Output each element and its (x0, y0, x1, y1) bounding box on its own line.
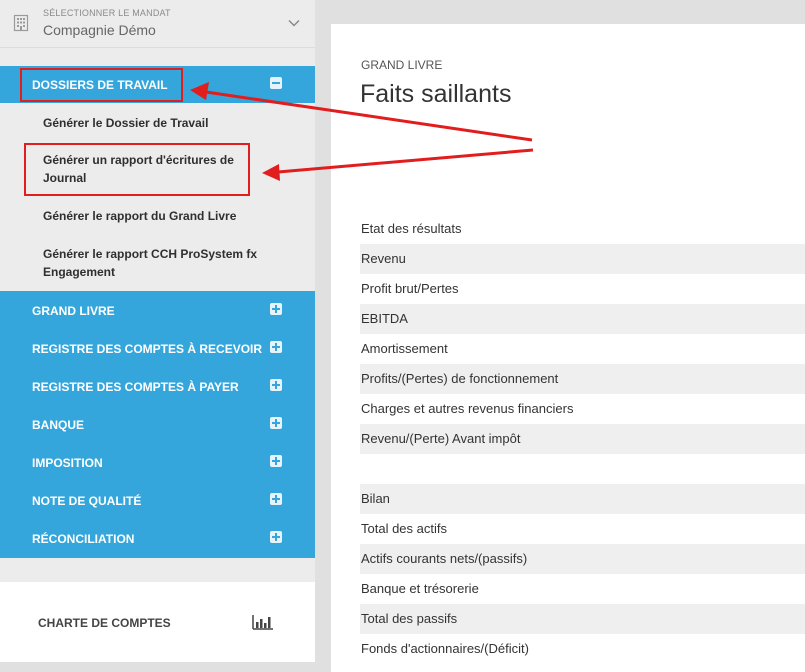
table-row: EBITDA (360, 304, 805, 334)
mandate-selector[interactable]: SÉLECTIONNER LE MANDAT Compagnie Démo (0, 0, 315, 48)
expand-icon[interactable] (270, 341, 282, 353)
mandate-value: Compagnie Démo (43, 22, 156, 38)
sidebar-section-grand-livre[interactable]: GRAND LIVRE (0, 291, 315, 329)
sidebar-section-label: BANQUE (32, 418, 85, 432)
table-row (360, 454, 805, 484)
row-label (360, 461, 361, 476)
row-label: Amortissement (361, 341, 448, 356)
row-label: Total des actifs (361, 521, 447, 536)
sidebar-section-label: REGISTRE DES COMPTES À PAYER (32, 380, 239, 394)
highlight-box (20, 68, 183, 102)
collapse-icon[interactable] (270, 77, 282, 89)
row-label: Total des passifs (361, 611, 458, 626)
row-label: Fonds d'actionnaires/(Déficit) (361, 641, 529, 656)
building-icon (13, 14, 29, 32)
table-row: Total des actifs (360, 514, 805, 544)
submenu-item-grand-livre[interactable]: Générer le rapport du Grand Livre (43, 207, 268, 225)
bar-chart-icon (252, 615, 273, 630)
submenu-item-dossier[interactable]: Générer le Dossier de Travail (43, 114, 268, 132)
page-title: Faits saillants (360, 80, 512, 108)
row-label: Bilan (361, 491, 390, 506)
mandate-label: SÉLECTIONNER LE MANDAT (43, 8, 171, 18)
dossiers-submenu: Générer le Dossier de Travail Générer un… (0, 103, 315, 291)
expand-icon[interactable] (270, 303, 282, 315)
row-label: Revenu/(Perte) Avant impôt (361, 431, 521, 446)
main-panel: GRAND LIVRE Faits saillants Etat des rés… (331, 24, 805, 672)
row-label: Banque et trésorerie (361, 581, 479, 596)
sidebar-section-payer[interactable]: REGISTRE DES COMPTES À PAYER (0, 367, 315, 405)
sidebar-section-recevoir[interactable]: REGISTRE DES COMPTES À RECEVOIR (0, 329, 315, 367)
expand-icon[interactable] (270, 455, 282, 467)
row-label: Actifs courants nets/(passifs) (361, 551, 528, 566)
charte-de-comptes[interactable]: CHARTE DE COMPTES (0, 582, 315, 662)
chevron-down-icon[interactable] (287, 16, 301, 30)
highlight-box (24, 143, 250, 196)
sidebar-section-label: NOTE DE QUALITÉ (32, 494, 142, 508)
table-row: Profits/(Pertes) de fonctionnement (360, 364, 805, 394)
expand-icon[interactable] (270, 531, 282, 543)
table-row: Total des passifs (360, 604, 805, 634)
table-row: Amortissement (360, 334, 805, 364)
table-row: Revenu/(Perte) Avant impôt (360, 424, 805, 454)
charte-label: CHARTE DE COMPTES (38, 616, 171, 630)
sidebar-section-label: REGISTRE DES COMPTES À RECEVOIR (32, 342, 263, 356)
row-label: Revenu (361, 251, 406, 266)
expand-icon[interactable] (270, 493, 282, 505)
table-row: Charges et autres revenus financiers (360, 394, 805, 424)
sidebar-section-imposition[interactable]: IMPOSITION (0, 443, 315, 481)
sidebar-section-label: GRAND LIVRE (32, 304, 115, 318)
sidebar-section-label: RÉCONCILIATION (32, 532, 135, 546)
sidebar-section-label: IMPOSITION (32, 456, 103, 470)
table-row: Fonds d'actionnaires/(Déficit) (360, 634, 805, 664)
row-label: Profit brut/Pertes (361, 281, 459, 296)
row-label: Charges et autres revenus financiers (361, 401, 574, 416)
sidebar-section-qualite[interactable]: NOTE DE QUALITÉ (0, 481, 315, 519)
expand-icon[interactable] (270, 379, 282, 391)
expand-icon[interactable] (270, 417, 282, 429)
table-row: Banque et trésorerie (360, 574, 805, 604)
table-row: Etat des résultats (360, 214, 805, 244)
breadcrumb: GRAND LIVRE (361, 58, 443, 72)
sidebar-section-reconciliation[interactable]: RÉCONCILIATION (0, 519, 315, 558)
row-label: Etat des résultats (361, 221, 462, 236)
row-label: Profits/(Pertes) de fonctionnement (361, 371, 559, 386)
table-row: Bilan (360, 484, 805, 514)
submenu-item-cch[interactable]: Générer le rapport CCH ProSystem fx Enga… (43, 245, 268, 281)
row-label: EBITDA (361, 311, 408, 326)
table-row: Profit brut/Pertes (360, 274, 805, 304)
table-row: Actifs courants nets/(passifs) (360, 544, 805, 574)
table-row: Revenu (360, 244, 805, 274)
sidebar-section-banque[interactable]: BANQUE (0, 405, 315, 443)
